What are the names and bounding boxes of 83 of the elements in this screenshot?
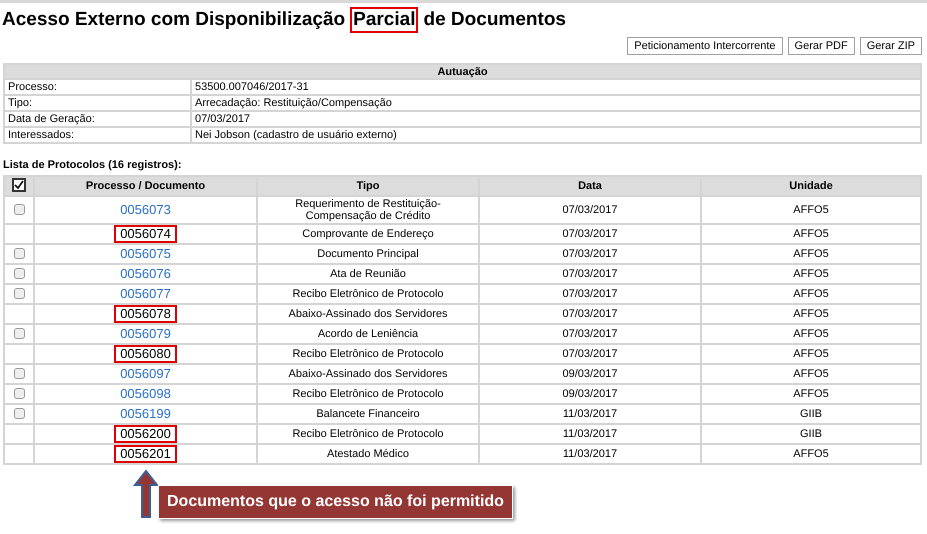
field-value: 53500.007046/2017-31 [191,79,921,95]
highlighted-word: Parcial [350,7,418,33]
table-cell: 07/03/2017 [479,324,701,344]
field-label: Tipo: [4,95,191,111]
action-button[interactable]: Gerar ZIP [860,37,922,55]
table-cell: AFFO5 [701,304,921,324]
column-header[interactable]: Unidade [701,176,921,196]
document-link[interactable]: 0056073 [120,202,171,217]
column-header[interactable]: Tipo [257,176,479,196]
table-cell: 07/03/2017 [479,196,701,224]
table-cell: Atestado Médico [257,444,479,464]
table-cell: AFFO5 [701,264,921,284]
action-button[interactable]: Peticionamento Intercorrente [627,37,783,55]
table-cell: Requerimento de Restituição-Compensação de Crédito [257,196,479,224]
table-cell: AFFO5 [701,364,921,384]
field-label: Data de Geração: [4,111,191,127]
blocked-document-number: 0056201 [114,445,177,463]
table-cell: Abaixo-Assinado dos Servidores [257,304,479,324]
row-checkbox[interactable] [14,388,24,398]
row-checkbox[interactable] [14,204,24,214]
blocked-document-number: 0056200 [114,425,177,443]
field-value: 07/03/2017 [191,111,921,127]
table-cell: AFFO5 [701,344,921,364]
table-cell: Abaixo-Assinado dos Servidores [257,364,479,384]
row-checkbox[interactable] [14,368,24,378]
list-caption: Lista de Protocolos (16 registros): [3,159,182,172]
table-cell: 07/03/2017 [479,304,701,324]
page-title: de Documentos [423,8,566,32]
table-cell: Documento Principal [257,244,479,264]
table-cell: 07/03/2017 [479,244,701,264]
column-header[interactable]: Data [479,176,701,196]
document-link[interactable]: 0056199 [120,406,171,421]
page-title: Acesso Externo com Disponibilização [2,8,346,32]
table-cell: AFFO5 [701,224,921,244]
table-cell: GIIB [701,424,921,444]
table-cell: 09/03/2017 [479,384,701,404]
document-link[interactable]: 0056076 [120,266,171,281]
document-link[interactable]: 0056077 [120,286,171,301]
action-button[interactable]: Gerar PDF [788,37,855,55]
blocked-document-number: 0056074 [114,225,177,243]
field-value: Arrecadação: Restituição/Compensação [191,95,921,111]
table-cell: AFFO5 [701,444,921,464]
table-cell: GIIB [701,404,921,424]
table-cell: AFFO5 [701,284,921,304]
select-all-checkbox[interactable] [12,178,26,192]
table-cell: 11/03/2017 [479,404,701,424]
document-link[interactable]: 0056075 [120,246,171,261]
field-value: Nei Jobson (cadastro de usuário externo) [191,127,921,143]
table-cell: 07/03/2017 [479,264,701,284]
table-cell: Comprovante de Endereço [257,224,479,244]
table-cell: 07/03/2017 [479,224,701,244]
document-link[interactable]: 0056098 [120,386,171,401]
field-label: Interessados: [4,127,191,143]
table-cell: Recibo Eletrônico de Protocolo [257,384,479,404]
callout-label: Documentos que o acesso não foi permitido [158,485,513,519]
field-label: Processo: [4,79,191,95]
column-header[interactable]: Processo / Documento [34,176,257,196]
up-arrow-icon [133,469,159,519]
table-cell: Recibo Eletrônico de Protocolo [257,344,479,364]
table-cell: Recibo Eletrônico de Protocolo [257,424,479,444]
table-cell: 07/03/2017 [479,344,701,364]
table-cell: 11/03/2017 [479,424,701,444]
table-cell: Recibo Eletrônico de Protocolo [257,284,479,304]
document-link[interactable]: 0056079 [120,326,171,341]
row-checkbox[interactable] [14,268,24,278]
row-checkbox[interactable] [14,328,24,338]
blocked-document-number: 0056078 [114,305,177,323]
row-checkbox[interactable] [14,408,24,418]
table-cell: Acordo de Leniência [257,324,479,344]
table-cell: 11/03/2017 [479,444,701,464]
table-cell: AFFO5 [701,324,921,344]
table-cell: 07/03/2017 [479,284,701,304]
table-cell: AFFO5 [701,196,921,224]
blocked-document-number: 0056080 [114,345,177,363]
table-cell: 09/03/2017 [479,364,701,384]
table-cell: Balancete Financeiro [257,404,479,424]
section-heading: Autuação [4,64,921,79]
table-cell: Ata de Reunião [257,264,479,284]
row-checkbox[interactable] [14,248,24,258]
row-checkbox[interactable] [14,288,24,298]
table-cell: AFFO5 [701,384,921,404]
document-link[interactable]: 0056097 [120,366,171,381]
table-cell: AFFO5 [701,244,921,264]
